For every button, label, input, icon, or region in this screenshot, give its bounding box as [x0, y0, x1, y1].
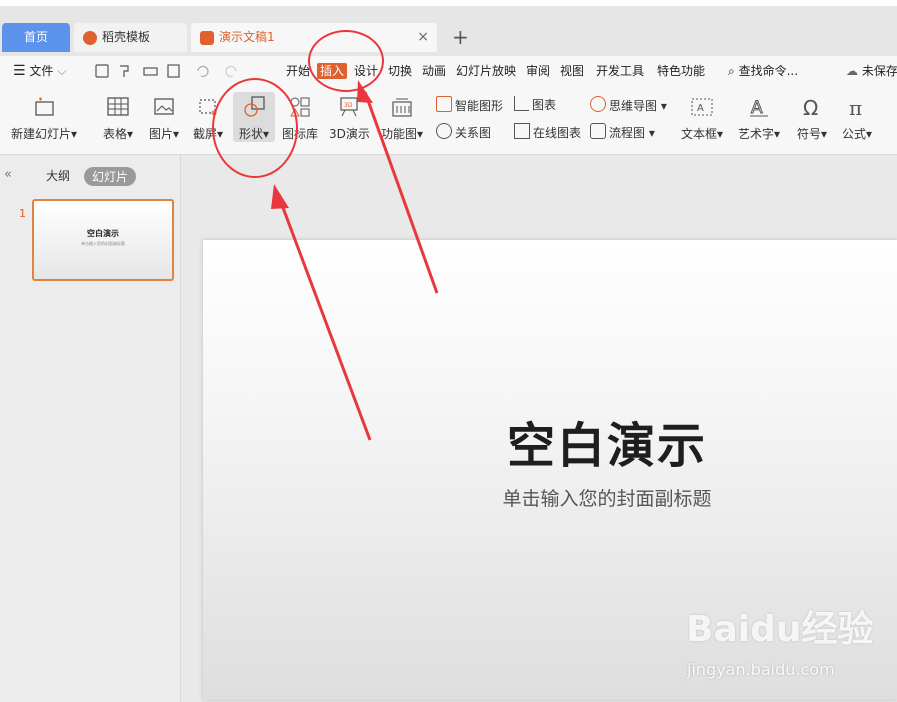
- arrow-head-shape: [271, 184, 289, 209]
- arrow-to-shape-button: [277, 196, 372, 441]
- arrow-to-insert-menu: [363, 91, 439, 294]
- annotation-arrows: [271, 80, 439, 441]
- arrow-head-insert: [357, 80, 373, 103]
